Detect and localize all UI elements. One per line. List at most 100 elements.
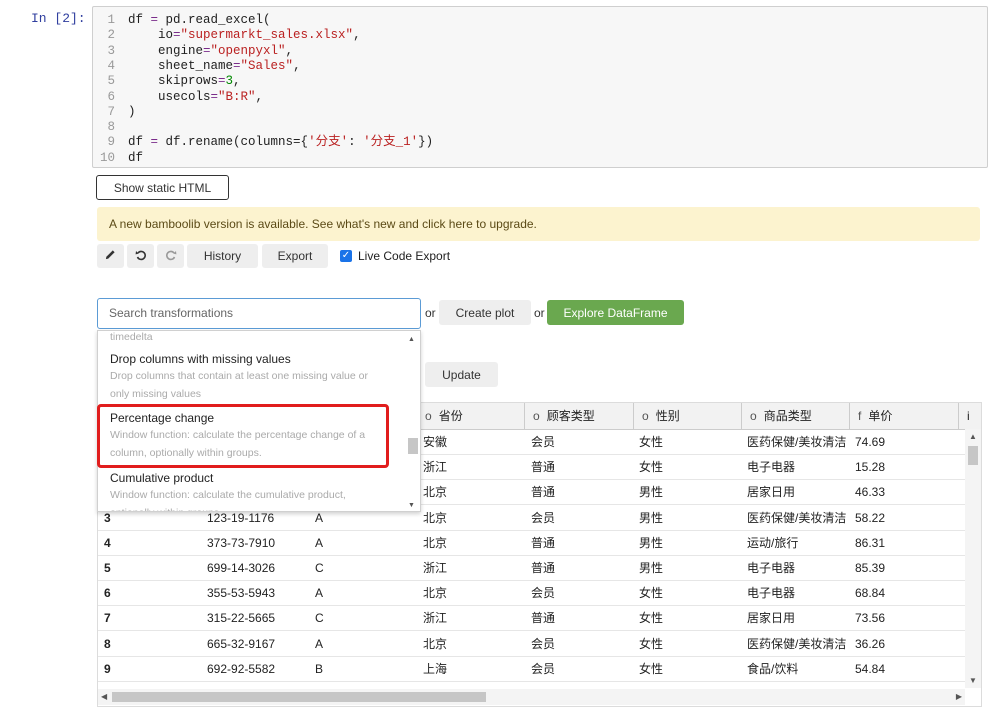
scroll-right-icon[interactable]: ▶ (956, 692, 962, 701)
checkbox-checked-icon[interactable]: ✓ (340, 250, 352, 262)
export-button[interactable]: Export (262, 244, 328, 268)
table-cell: 男性 (639, 485, 664, 500)
dropdown-scrollbar[interactable]: ▲ ▼ (404, 331, 420, 511)
table-cell: 315-22-5665 (207, 611, 276, 626)
code-token: '分支_1' (363, 135, 419, 150)
dropdown-item-desc: timedelta (110, 331, 153, 343)
scroll-thumb[interactable] (112, 692, 486, 702)
update-button[interactable]: Update (425, 362, 498, 387)
table-row[interactable]: 6 355-53-5943 A 北京 会员 女性 电子电器 68.84 (98, 581, 981, 607)
table-cell: 普通 (531, 561, 556, 575)
column-name: 性别 (655, 409, 680, 423)
scroll-thumb[interactable] (408, 438, 418, 454)
column-header[interactable]: o 顾客类型 (524, 403, 633, 430)
table-cell: 运动/旅行 (747, 535, 799, 550)
dropdown-item-desc: optionally within groups. (110, 504, 400, 511)
column-name: i (967, 409, 970, 423)
scroll-up-icon[interactable]: ▲ (408, 336, 415, 343)
column-name: 省份 (438, 409, 463, 423)
line-number: 8 (107, 120, 115, 135)
cell-prompt: In [2]: (31, 11, 86, 26)
scroll-thumb[interactable] (968, 446, 978, 465)
code-token: : (348, 135, 364, 150)
dropdown-item-title: Drop columns with missing values (110, 352, 291, 366)
column-header[interactable]: o 性别 (633, 403, 741, 430)
table-cell: C (315, 611, 324, 626)
code-editor[interactable]: 1 df = pd.read_excel(2 io="supermarkt_sal… (92, 6, 988, 168)
table-cell: 医药保健/美妆清洁 (747, 435, 847, 449)
code-line: 1 df = pd.read_excel( (93, 13, 271, 28)
table-cell: 女性 (639, 586, 664, 601)
explore-dataframe-button[interactable]: Explore DataFrame (547, 300, 684, 325)
table-cell: 男性 (639, 561, 664, 575)
scroll-up-icon[interactable]: ▲ (969, 432, 977, 441)
table-cell: 电子电器 (747, 586, 796, 601)
table-cell: 女性 (639, 661, 664, 676)
code-token: skiprows (128, 74, 219, 89)
grid-horizontal-scrollbar[interactable]: ◀ ▶ (98, 689, 965, 705)
table-row[interactable]: 5 699-14-3026 C 浙江 普通 男性 电子电器 85.39 (98, 556, 981, 581)
search-transformations-input[interactable]: Search transformations (97, 298, 421, 329)
line-number: 6 (107, 89, 115, 104)
table-cell: 居家日用 (747, 611, 796, 626)
table-cell: 会员 (531, 661, 556, 676)
code-token: io (128, 28, 174, 43)
table-row[interactable]: 7 315-22-5665 C 浙江 普通 女性 居家日用 73.56 (98, 606, 981, 632)
table-cell: 普通 (531, 485, 556, 500)
line-number: 5 (107, 74, 115, 89)
column-name: 顾客类型 (546, 409, 595, 423)
column-header[interactable]: o 商品类型 (741, 403, 849, 430)
code-line: 5 skiprows=3, (93, 74, 240, 89)
table-cell: 54.84 (855, 661, 886, 676)
table-cell: 女性 (639, 611, 664, 626)
table-cell: 58.22 (855, 510, 886, 525)
history-button[interactable]: History (187, 244, 258, 268)
table-row[interactable]: 8 665-32-9167 A 北京 会员 女性 医药保健/美妆清洁 36.26 (98, 632, 981, 657)
table-cell: 电子电器 (747, 460, 796, 475)
table-row[interactable]: 4 373-73-7910 A 北京 普通 男性 运动/旅行 86.31 (98, 531, 981, 556)
table-row[interactable]: 9 692-92-5582 B 上海 会员 女性 食品/饮料 54.84 (98, 657, 981, 682)
edit-button[interactable] (97, 244, 124, 268)
code-token: "openpyxl" (210, 43, 286, 58)
scroll-down-icon[interactable]: ▼ (969, 676, 977, 685)
code-token: df (128, 135, 151, 150)
table-cell: 会员 (531, 586, 556, 601)
column-header[interactable]: i (958, 403, 981, 430)
column-dtype: f (858, 409, 862, 423)
code-token: pd.read_excel( (158, 13, 271, 27)
table-cell: 北京 (423, 535, 448, 550)
code-token: , (353, 28, 361, 43)
dropdown-item-title: Cumulative product (110, 471, 214, 485)
dropdown-item-partial[interactable]: timedelta (110, 331, 400, 343)
grid-vertical-scrollbar[interactable]: ▲ ▼ (965, 429, 981, 688)
show-static-html-button[interactable]: Show static HTML (96, 175, 229, 200)
undo-button[interactable] (127, 244, 154, 268)
table-cell: 男性 (639, 535, 664, 550)
redo-icon (165, 249, 177, 264)
column-header[interactable]: f 单价 (849, 403, 958, 430)
scroll-left-icon[interactable]: ◀ (101, 692, 107, 701)
table-cell: 85.39 (855, 561, 886, 575)
dropdown-item-desc: Window function: calculate the cumulativ… (110, 489, 346, 501)
dropdown-item-cumulative-product[interactable]: Cumulative product Window function: calc… (110, 470, 400, 511)
table-cell: 373-73-7910 (207, 535, 276, 550)
code-token: df.rename(columns={ (158, 135, 309, 150)
table-cell: 食品/饮料 (747, 661, 799, 676)
table-cell: 692-92-5582 (207, 661, 276, 676)
table-cell: 女性 (639, 460, 664, 475)
scroll-down-icon[interactable]: ▼ (408, 502, 415, 509)
code-line: 10 df (93, 151, 143, 166)
dropdown-item-drop-missing-columns[interactable]: Drop columns with missing values Drop co… (110, 351, 400, 403)
table-cell: 北京 (423, 636, 448, 651)
row-index: 9 (104, 661, 111, 676)
or-label: or (534, 306, 545, 320)
create-plot-button[interactable]: Create plot (439, 300, 531, 325)
code-token: = (173, 28, 181, 43)
redo-button[interactable] (157, 244, 184, 268)
column-header[interactable]: o 省份 (416, 403, 524, 430)
table-cell: 355-53-5943 (207, 586, 276, 601)
upgrade-banner[interactable]: A new bamboolib version is available. Se… (97, 207, 980, 241)
code-token: = (150, 13, 159, 27)
column-dtype: o (533, 409, 540, 423)
live-code-export-toggle[interactable]: ✓ Live Code Export (340, 249, 450, 263)
